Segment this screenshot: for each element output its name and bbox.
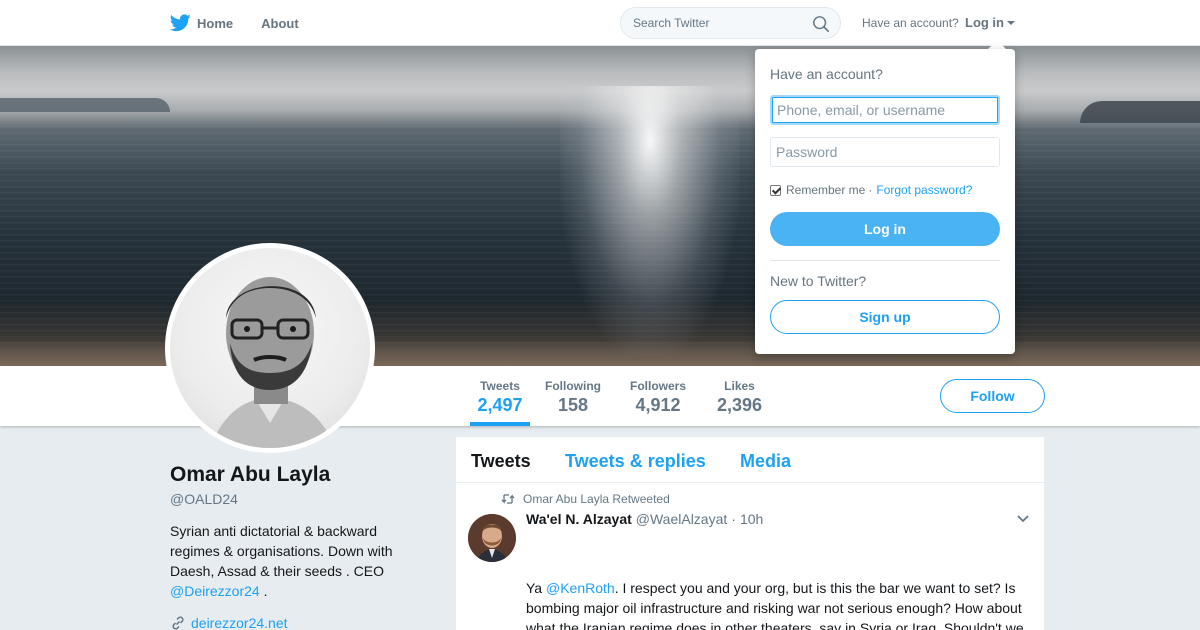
bio-text: Syrian anti dictatorial & backward regim…	[170, 523, 393, 579]
nav-home-label: Home	[197, 15, 234, 31]
new-to-twitter-text: New to Twitter?	[770, 273, 867, 289]
stat-tweets-label: Tweets	[480, 379, 520, 393]
stat-followers-label: Followers	[629, 379, 686, 393]
banner-sun-glare	[560, 86, 740, 356]
remember-me-label[interactable]: Remember me	[786, 183, 865, 197]
tweet-author-avatar[interactable]	[468, 514, 516, 562]
remember-separator: ·	[868, 183, 873, 197]
bio-end: .	[259, 583, 268, 599]
profile-avatar[interactable]	[165, 243, 375, 453]
tweet-author-name[interactable]: Wa'el N. Alzayat	[526, 511, 632, 527]
login-dropdown-title: Have an account?	[770, 66, 883, 82]
search-icon[interactable]	[812, 15, 830, 33]
password-field[interactable]	[770, 137, 1000, 167]
login-link-label: Log in	[965, 15, 1004, 30]
tweet-text-pre: Ya	[526, 580, 546, 596]
nav-about-link[interactable]: About	[261, 16, 299, 31]
search-box[interactable]	[620, 7, 841, 39]
stat-likes-value: 2,396	[716, 395, 763, 415]
search-input[interactable]	[633, 16, 803, 30]
tweet-mention-link[interactable]: @KenRoth	[546, 580, 615, 596]
stat-tweets-value: 2,497	[477, 395, 523, 415]
caret-down-icon	[1007, 21, 1015, 25]
stat-likes-label: Likes	[724, 379, 755, 393]
username-field[interactable]	[770, 95, 1000, 125]
stat-following[interactable]: Following 158	[541, 366, 605, 426]
tweet-time-separator: ·	[731, 511, 736, 527]
website-label: deirezzor24.net	[191, 615, 288, 630]
tab-tweets[interactable]: Tweets	[471, 451, 531, 472]
follow-button[interactable]: Follow	[940, 379, 1045, 413]
nav-left-group: Home About	[170, 0, 327, 46]
tab-tweets-and-replies[interactable]: Tweets & replies	[565, 451, 706, 472]
login-dropdown: Have an account? Remember me · Forgot pa…	[755, 49, 1015, 354]
profile-avatar-photo	[170, 248, 370, 448]
banner-far-shore-left	[0, 98, 170, 112]
timeline: Tweets Tweets & replies Media Omar Abu L…	[456, 437, 1044, 630]
twitter-bird-icon	[170, 14, 191, 32]
banner-far-shore-right	[1080, 101, 1200, 123]
stat-following-value: 158	[557, 395, 589, 415]
remember-me-row: Remember me · Forgot password?	[770, 183, 972, 197]
tweet-text: Ya @KenRoth. I respect you and your org,…	[526, 578, 1031, 630]
dropdown-divider	[770, 260, 1000, 261]
tweet-header: Wa'el N. Alzayat @WaelAlzayat · 10h	[526, 511, 763, 527]
profile-name[interactable]: Omar Abu Layla	[170, 463, 330, 487]
login-submit-button[interactable]: Log in	[770, 212, 1000, 246]
tweet-item[interactable]: Omar Abu Layla Retweeted Wa'el N. Alzaya…	[456, 484, 1044, 630]
tweet-avatar-drawing	[468, 514, 516, 562]
tweet-timestamp[interactable]: 10h	[740, 511, 763, 527]
nav-home-link[interactable]: Home	[170, 14, 233, 32]
stat-likes[interactable]: Likes 2,396	[712, 366, 767, 426]
retweet-context-label: Omar Abu Layla Retweeted	[523, 492, 670, 506]
bio-mention-link[interactable]: @Deirezzor24	[170, 583, 260, 599]
stat-followers-value: 4,912	[635, 395, 681, 415]
have-account-text: Have an account?	[862, 16, 959, 30]
remember-me-checkbox[interactable]	[770, 184, 781, 196]
stat-tweets[interactable]: Tweets 2,497	[470, 366, 530, 426]
dropdown-pointer	[988, 40, 1006, 49]
retweet-icon	[501, 494, 515, 504]
login-dropdown-toggle[interactable]: Log in	[965, 15, 1015, 30]
timeline-tabs: Tweets Tweets & replies Media	[456, 437, 1044, 483]
profile-handle: @OALD24	[170, 491, 238, 507]
signup-button[interactable]: Sign up	[770, 300, 1000, 334]
profile-bio: Syrian anti dictatorial & backward regim…	[170, 521, 420, 601]
stat-following-label: Following	[545, 379, 601, 393]
tab-media[interactable]: Media	[740, 451, 791, 472]
profile-website-link[interactable]: deirezzor24.net	[170, 615, 288, 630]
link-icon	[172, 616, 184, 630]
stat-followers[interactable]: Followers 4,912	[626, 366, 690, 426]
retweet-context: Omar Abu Layla Retweeted	[501, 492, 670, 506]
tweet-author-handle[interactable]: @WaelAlzayat	[636, 511, 728, 527]
chevron-down-icon[interactable]	[1016, 514, 1030, 524]
top-navigation-bar: Home About Have an account? Log in	[0, 0, 1200, 46]
forgot-password-link[interactable]: Forgot password?	[876, 183, 972, 197]
avatar-portrait-drawing	[210, 277, 335, 448]
